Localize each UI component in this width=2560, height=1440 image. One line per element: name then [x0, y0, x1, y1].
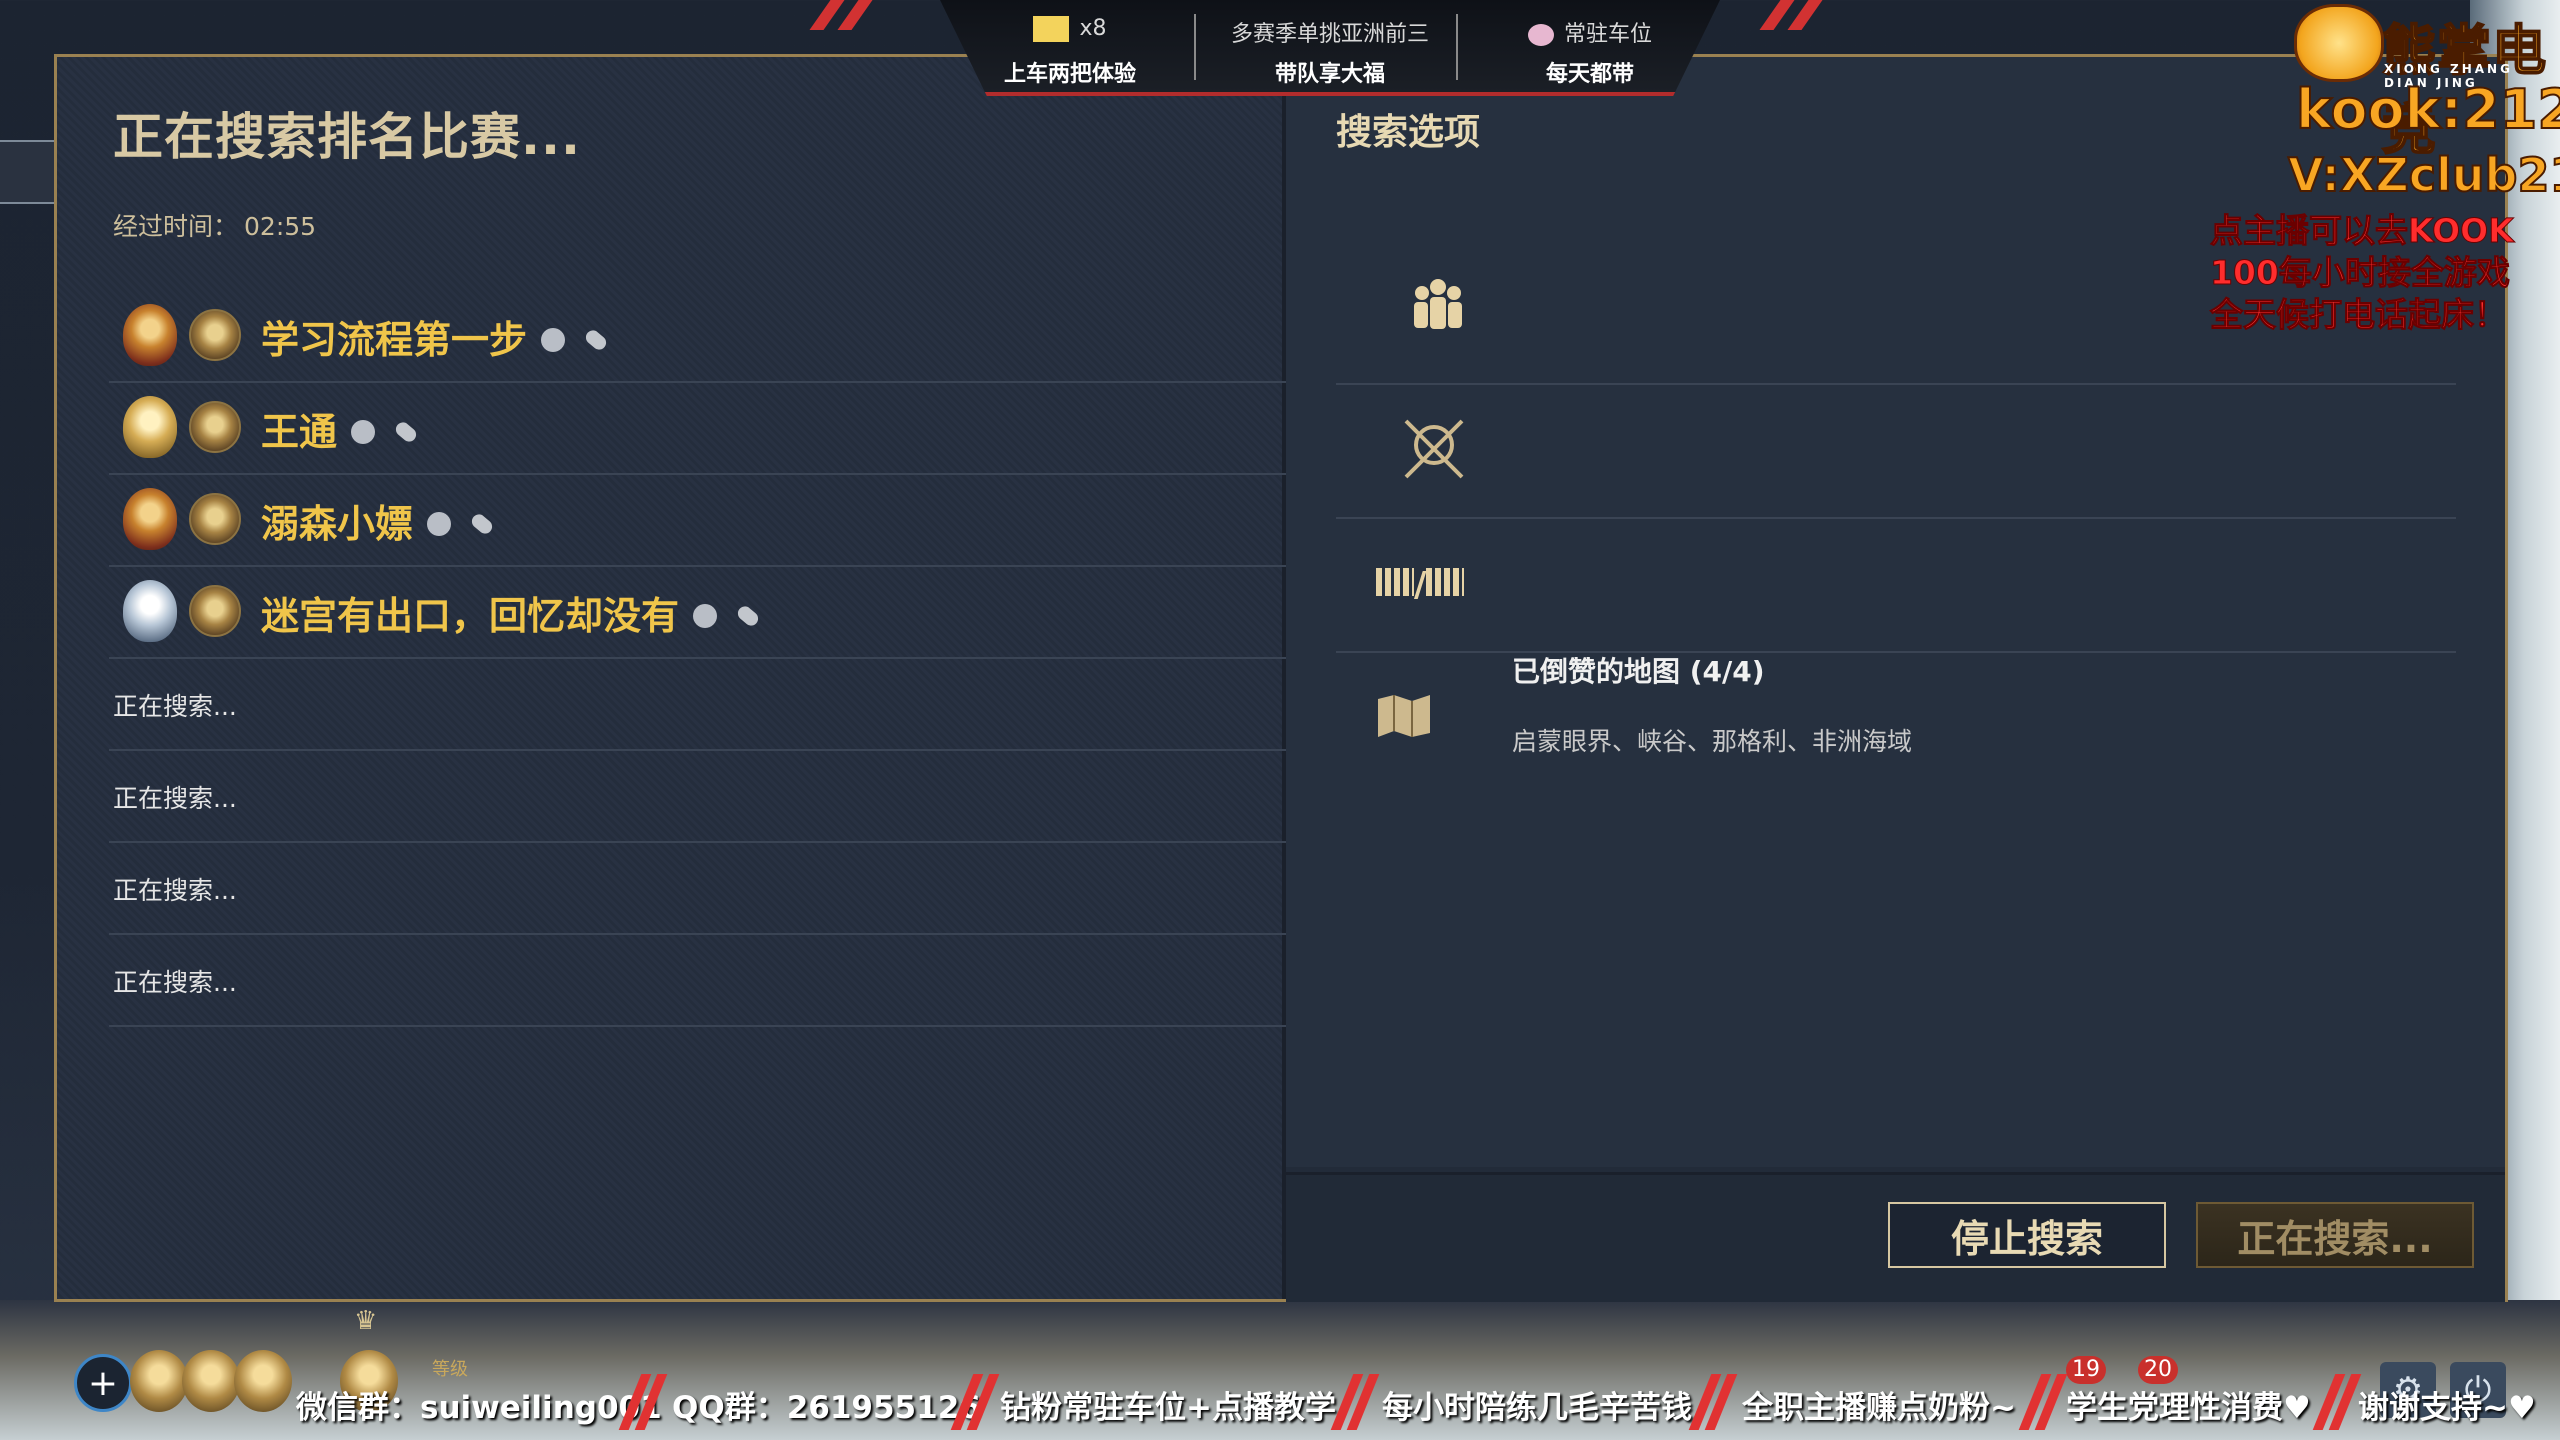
globe-icon — [541, 327, 566, 352]
ticker-qq: QQ群：261955126 — [672, 1390, 981, 1426]
banned-maps-list: 启蒙眼界、峡谷、那格利、非洲海域 — [1512, 727, 1913, 756]
matchmaking-window: 正在搜索排名比赛... 经过时间： 02:55 学习流程第一步 王通 溺森小嫖 迷… — [54, 54, 2508, 1302]
map-icon — [1378, 695, 1430, 737]
squad-separator: / — [1414, 565, 1427, 605]
pill-icon — [735, 603, 761, 628]
globe-icon — [427, 511, 452, 536]
kook-id: kook:212 — [2295, 77, 2560, 142]
searching-slot: 正在搜索... — [109, 933, 1299, 1027]
promo-line: 点主播可以去KOOK — [2210, 211, 2515, 251]
crown-icon: ♛ — [354, 1306, 378, 1336]
ticket-icon — [1033, 16, 1070, 42]
searching-slot: 正在搜索... — [109, 657, 1299, 751]
squad-size-icon — [1426, 568, 1465, 596]
squad-size-icon — [1376, 568, 1414, 596]
ticker-students: 学生党理性消费♥ — [2066, 1390, 2311, 1426]
searching-text: 正在搜索... — [113, 876, 237, 905]
party-icon — [1414, 279, 1462, 329]
elapsed-time: 经过时间： 02:55 — [113, 207, 316, 243]
add-friend-button[interactable]: + — [74, 1354, 132, 1412]
player-name: 学习流程第一步 — [261, 318, 528, 362]
banner-col1-top: x8 — [1079, 16, 1107, 41]
option-row-mode — [1336, 383, 2456, 519]
ticker-wechat: 微信群：suiweiling001 — [296, 1390, 662, 1426]
player-row[interactable]: 学习流程第一步 — [109, 289, 1299, 383]
elapsed-value: 02:55 — [244, 212, 317, 241]
searching-text: 正在搜索... — [113, 784, 237, 813]
promo-line: 全天候打电话起床！ — [2210, 295, 2508, 335]
pill-icon — [393, 419, 419, 444]
player-row[interactable]: 迷宫有出口，回忆却没有 — [109, 565, 1299, 659]
level-badge-icon — [189, 585, 241, 637]
player-name: 溺森小嫖 — [261, 502, 414, 546]
level-badge-icon — [189, 493, 241, 545]
option-row-squad: / — [1336, 517, 2456, 653]
pill-icon — [469, 511, 495, 536]
medal-icon[interactable] — [234, 1350, 292, 1412]
search-options-title: 搜索选项 — [1336, 112, 1481, 153]
promo-line: 100每小时接全游戏 — [2210, 253, 2511, 293]
banned-maps-label: 已倒赞的地图 (4/4) — [1512, 655, 1765, 688]
rank-badge-icon — [123, 396, 177, 458]
vx-id: V:XZclub212 — [2287, 147, 2560, 203]
search-status-panel: 正在搜索排名比赛... 经过时间： 02:55 学习流程第一步 王通 溺森小嫖 迷… — [57, 57, 1299, 1299]
elapsed-label: 经过时间： — [113, 212, 239, 241]
ticker-fulltime: 全职主播赚点奶粉~ — [1742, 1390, 2016, 1426]
searching-slot: 正在搜索... — [109, 749, 1299, 843]
searching-text: 正在搜索... — [113, 692, 237, 721]
ticker-diamond-fans: 钻粉常驻车位+点播教学 — [1000, 1390, 1336, 1426]
medal-icon[interactable] — [182, 1350, 240, 1412]
diamond-icon — [1527, 24, 1554, 46]
banner-slash — [1787, 0, 1823, 30]
level-badge-icon — [189, 309, 241, 361]
banner-col-1: x8 上车两把体验 — [940, 0, 1200, 92]
banner-slash — [837, 0, 873, 30]
crossed-swords-icon — [1404, 419, 1464, 479]
banner-col-3: 常驻车位 每天都带 — [1460, 0, 1720, 92]
page-title: 正在搜索排名比赛... — [113, 108, 581, 166]
bear-paw-logo-icon — [2294, 4, 2384, 82]
globe-icon — [351, 419, 376, 444]
banner-col2-top: 多赛季单挑亚洲前三 — [1230, 22, 1429, 47]
player-row[interactable]: 王通 — [109, 381, 1299, 475]
banner-separator — [1194, 14, 1196, 80]
globe-icon — [693, 603, 718, 628]
level-label: 等级 — [432, 1359, 468, 1380]
rank-badge-icon — [123, 488, 177, 550]
banner-col2-bottom: 带队享大福 — [1274, 62, 1385, 87]
ticker-thanks: 谢谢支持~♥ — [2358, 1390, 2536, 1426]
searching-slot: 正在搜索... — [109, 841, 1299, 935]
player-name: 王通 — [261, 410, 338, 454]
banner-col-2: 多赛季单挑亚洲前三 带队享大福 — [1200, 0, 1460, 92]
rank-badge-icon — [123, 304, 177, 366]
player-name: 迷宫有出口，回忆却没有 — [261, 594, 680, 638]
rank-badge-icon — [123, 580, 177, 642]
left-edge-strip — [0, 140, 55, 204]
pill-icon — [583, 327, 609, 352]
player-row[interactable]: 溺森小嫖 — [109, 473, 1299, 567]
stop-search-button[interactable]: 停止搜索 — [1888, 1202, 2166, 1268]
ticker-training: 每小时陪练几毛辛苦钱 — [1382, 1390, 1692, 1426]
notification-badge[interactable]: 20 — [2138, 1356, 2178, 1384]
banner-col3-top: 常驻车位 — [1563, 22, 1652, 47]
banner-separator — [1456, 14, 1458, 80]
stream-top-banner: x8 上车两把体验 多赛季单挑亚洲前三 带队享大福 常驻车位 每天都带 — [940, 0, 1720, 96]
level-badge-icon — [189, 401, 241, 453]
medal-icon[interactable] — [130, 1350, 188, 1412]
searching-button[interactable]: 正在搜索... — [2196, 1202, 2474, 1268]
notification-badge[interactable]: 19 — [2066, 1356, 2106, 1384]
searching-text: 正在搜索... — [113, 968, 237, 997]
